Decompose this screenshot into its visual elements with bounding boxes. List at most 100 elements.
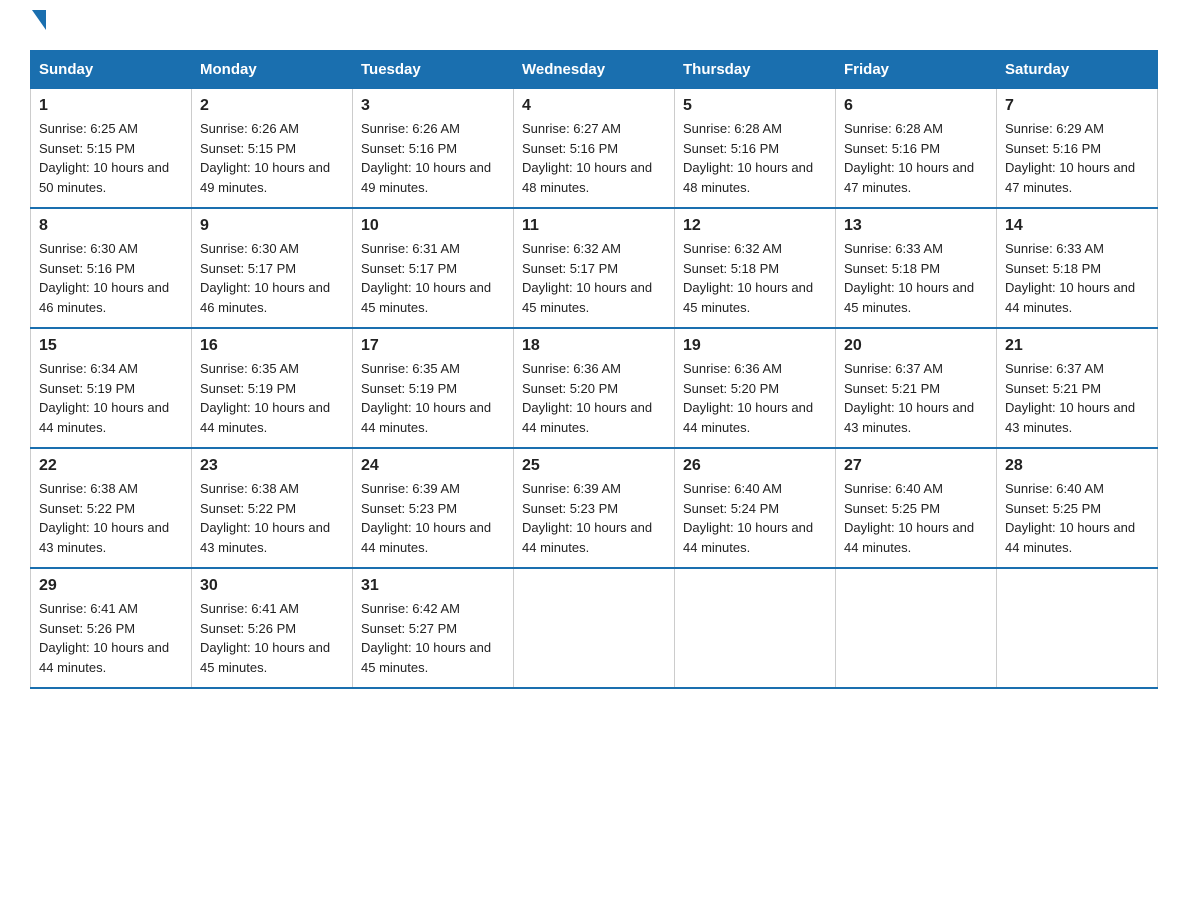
day-number: 25: [522, 457, 666, 475]
calendar-cell: 14 Sunrise: 6:33 AMSunset: 5:18 PMDaylig…: [997, 208, 1158, 328]
day-number: 10: [361, 217, 505, 235]
day-number: 5: [683, 97, 827, 115]
day-number: 17: [361, 337, 505, 355]
calendar-cell: 7 Sunrise: 6:29 AMSunset: 5:16 PMDayligh…: [997, 89, 1158, 209]
day-number: 23: [200, 457, 344, 475]
calendar-cell: 28 Sunrise: 6:40 AMSunset: 5:25 PMDaylig…: [997, 448, 1158, 568]
day-info: Sunrise: 6:38 AMSunset: 5:22 PMDaylight:…: [200, 481, 330, 555]
calendar-cell: 25 Sunrise: 6:39 AMSunset: 5:23 PMDaylig…: [514, 448, 675, 568]
calendar-cell: 5 Sunrise: 6:28 AMSunset: 5:16 PMDayligh…: [675, 89, 836, 209]
day-number: 14: [1005, 217, 1149, 235]
logo: [30, 20, 46, 30]
calendar-cell: 22 Sunrise: 6:38 AMSunset: 5:22 PMDaylig…: [31, 448, 192, 568]
day-info: Sunrise: 6:33 AMSunset: 5:18 PMDaylight:…: [1005, 241, 1135, 315]
calendar-cell: 29 Sunrise: 6:41 AMSunset: 5:26 PMDaylig…: [31, 568, 192, 688]
header-wednesday: Wednesday: [514, 51, 675, 89]
calendar-header-row: SundayMondayTuesdayWednesdayThursdayFrid…: [31, 51, 1158, 89]
day-number: 30: [200, 577, 344, 595]
day-info: Sunrise: 6:25 AMSunset: 5:15 PMDaylight:…: [39, 121, 169, 195]
calendar-cell: [675, 568, 836, 688]
day-info: Sunrise: 6:27 AMSunset: 5:16 PMDaylight:…: [522, 121, 652, 195]
calendar-cell: 27 Sunrise: 6:40 AMSunset: 5:25 PMDaylig…: [836, 448, 997, 568]
day-number: 27: [844, 457, 988, 475]
header-friday: Friday: [836, 51, 997, 89]
day-number: 13: [844, 217, 988, 235]
calendar-cell: 19 Sunrise: 6:36 AMSunset: 5:20 PMDaylig…: [675, 328, 836, 448]
calendar-week-row: 8 Sunrise: 6:30 AMSunset: 5:16 PMDayligh…: [31, 208, 1158, 328]
header-thursday: Thursday: [675, 51, 836, 89]
calendar-cell: [836, 568, 997, 688]
calendar-cell: 1 Sunrise: 6:25 AMSunset: 5:15 PMDayligh…: [31, 89, 192, 209]
header-monday: Monday: [192, 51, 353, 89]
day-info: Sunrise: 6:35 AMSunset: 5:19 PMDaylight:…: [200, 361, 330, 435]
day-info: Sunrise: 6:28 AMSunset: 5:16 PMDaylight:…: [844, 121, 974, 195]
day-number: 3: [361, 97, 505, 115]
day-number: 24: [361, 457, 505, 475]
calendar-cell: 2 Sunrise: 6:26 AMSunset: 5:15 PMDayligh…: [192, 89, 353, 209]
day-info: Sunrise: 6:29 AMSunset: 5:16 PMDaylight:…: [1005, 121, 1135, 195]
header-tuesday: Tuesday: [353, 51, 514, 89]
day-number: 18: [522, 337, 666, 355]
calendar-cell: 8 Sunrise: 6:30 AMSunset: 5:16 PMDayligh…: [31, 208, 192, 328]
day-info: Sunrise: 6:26 AMSunset: 5:15 PMDaylight:…: [200, 121, 330, 195]
calendar-cell: 20 Sunrise: 6:37 AMSunset: 5:21 PMDaylig…: [836, 328, 997, 448]
calendar-cell: 17 Sunrise: 6:35 AMSunset: 5:19 PMDaylig…: [353, 328, 514, 448]
day-number: 9: [200, 217, 344, 235]
day-info: Sunrise: 6:36 AMSunset: 5:20 PMDaylight:…: [683, 361, 813, 435]
day-info: Sunrise: 6:40 AMSunset: 5:24 PMDaylight:…: [683, 481, 813, 555]
calendar-cell: 9 Sunrise: 6:30 AMSunset: 5:17 PMDayligh…: [192, 208, 353, 328]
day-info: Sunrise: 6:32 AMSunset: 5:18 PMDaylight:…: [683, 241, 813, 315]
day-info: Sunrise: 6:35 AMSunset: 5:19 PMDaylight:…: [361, 361, 491, 435]
day-number: 12: [683, 217, 827, 235]
day-info: Sunrise: 6:30 AMSunset: 5:17 PMDaylight:…: [200, 241, 330, 315]
calendar-cell: 24 Sunrise: 6:39 AMSunset: 5:23 PMDaylig…: [353, 448, 514, 568]
day-number: 7: [1005, 97, 1149, 115]
day-info: Sunrise: 6:28 AMSunset: 5:16 PMDaylight:…: [683, 121, 813, 195]
day-info: Sunrise: 6:41 AMSunset: 5:26 PMDaylight:…: [200, 601, 330, 675]
day-number: 29: [39, 577, 183, 595]
calendar-cell: 4 Sunrise: 6:27 AMSunset: 5:16 PMDayligh…: [514, 89, 675, 209]
day-info: Sunrise: 6:39 AMSunset: 5:23 PMDaylight:…: [522, 481, 652, 555]
calendar-cell: 3 Sunrise: 6:26 AMSunset: 5:16 PMDayligh…: [353, 89, 514, 209]
day-number: 28: [1005, 457, 1149, 475]
day-info: Sunrise: 6:32 AMSunset: 5:17 PMDaylight:…: [522, 241, 652, 315]
day-number: 11: [522, 217, 666, 235]
day-info: Sunrise: 6:40 AMSunset: 5:25 PMDaylight:…: [1005, 481, 1135, 555]
calendar-cell: 26 Sunrise: 6:40 AMSunset: 5:24 PMDaylig…: [675, 448, 836, 568]
calendar-cell: 18 Sunrise: 6:36 AMSunset: 5:20 PMDaylig…: [514, 328, 675, 448]
day-info: Sunrise: 6:41 AMSunset: 5:26 PMDaylight:…: [39, 601, 169, 675]
calendar-week-row: 1 Sunrise: 6:25 AMSunset: 5:15 PMDayligh…: [31, 89, 1158, 209]
day-info: Sunrise: 6:37 AMSunset: 5:21 PMDaylight:…: [1005, 361, 1135, 435]
day-number: 26: [683, 457, 827, 475]
day-number: 1: [39, 97, 183, 115]
calendar-week-row: 15 Sunrise: 6:34 AMSunset: 5:19 PMDaylig…: [31, 328, 1158, 448]
calendar-cell: 10 Sunrise: 6:31 AMSunset: 5:17 PMDaylig…: [353, 208, 514, 328]
day-number: 4: [522, 97, 666, 115]
day-number: 15: [39, 337, 183, 355]
day-info: Sunrise: 6:34 AMSunset: 5:19 PMDaylight:…: [39, 361, 169, 435]
calendar-cell: 6 Sunrise: 6:28 AMSunset: 5:16 PMDayligh…: [836, 89, 997, 209]
day-info: Sunrise: 6:31 AMSunset: 5:17 PMDaylight:…: [361, 241, 491, 315]
day-number: 16: [200, 337, 344, 355]
calendar-cell: 31 Sunrise: 6:42 AMSunset: 5:27 PMDaylig…: [353, 568, 514, 688]
day-info: Sunrise: 6:36 AMSunset: 5:20 PMDaylight:…: [522, 361, 652, 435]
day-number: 19: [683, 337, 827, 355]
calendar-cell: 23 Sunrise: 6:38 AMSunset: 5:22 PMDaylig…: [192, 448, 353, 568]
calendar-cell: 21 Sunrise: 6:37 AMSunset: 5:21 PMDaylig…: [997, 328, 1158, 448]
day-info: Sunrise: 6:37 AMSunset: 5:21 PMDaylight:…: [844, 361, 974, 435]
day-number: 31: [361, 577, 505, 595]
day-info: Sunrise: 6:39 AMSunset: 5:23 PMDaylight:…: [361, 481, 491, 555]
day-info: Sunrise: 6:26 AMSunset: 5:16 PMDaylight:…: [361, 121, 491, 195]
calendar-cell: [514, 568, 675, 688]
day-number: 6: [844, 97, 988, 115]
calendar-cell: 16 Sunrise: 6:35 AMSunset: 5:19 PMDaylig…: [192, 328, 353, 448]
calendar-cell: 15 Sunrise: 6:34 AMSunset: 5:19 PMDaylig…: [31, 328, 192, 448]
day-number: 2: [200, 97, 344, 115]
day-number: 22: [39, 457, 183, 475]
calendar-table: SundayMondayTuesdayWednesdayThursdayFrid…: [30, 50, 1158, 689]
header-sunday: Sunday: [31, 51, 192, 89]
calendar-cell: 12 Sunrise: 6:32 AMSunset: 5:18 PMDaylig…: [675, 208, 836, 328]
page-header: [30, 20, 1158, 30]
day-number: 8: [39, 217, 183, 235]
logo-arrow-icon: [32, 10, 46, 30]
